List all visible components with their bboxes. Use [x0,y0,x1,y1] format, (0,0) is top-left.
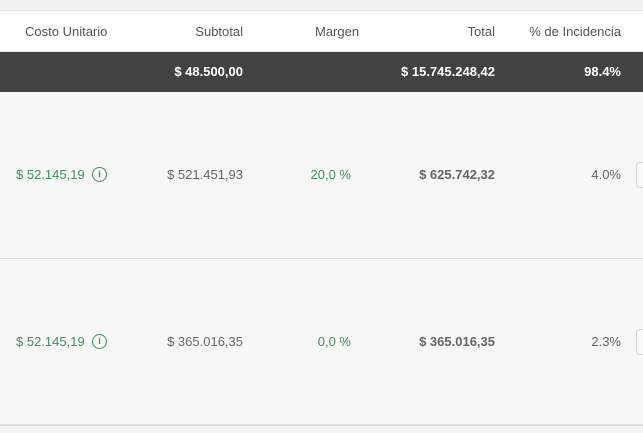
row-action-button[interactable] [636,162,643,188]
totals-row: $ 48.500,00 $ 15.745.248,42 98.4% [0,52,643,92]
header-total[interactable]: Total [468,24,495,39]
row-total: $ 625.742,32 [419,167,495,182]
header-incidencia[interactable]: % de Incidencia [529,24,621,39]
header-margen[interactable]: Margen [315,24,359,39]
table-header: Costo Unitario Subtotal Margen Total % d… [0,11,643,52]
table-row: $ 52.145,19 i $ 365.016,35 0,0 % $ 365.0… [0,259,643,425]
row-costo-unitario: $ 52.145,19 [16,334,85,349]
header-costo-unitario[interactable]: Costo Unitario [25,24,107,39]
row-action-button[interactable] [636,329,643,355]
row-incidencia: 2.3% [591,334,621,349]
table-row: $ 52.145,19 i $ 521.451,93 20,0 % $ 625.… [0,92,643,259]
totals-subtotal: $ 48.500,00 [174,64,243,79]
totals-total: $ 15.745.248,42 [401,64,495,79]
row-subtotal: $ 365.016,35 [167,334,243,349]
row-total: $ 365.016,35 [419,334,495,349]
row-margen[interactable]: 20,0 % [311,167,351,182]
info-circle-icon[interactable]: i [92,334,107,349]
row-subtotal: $ 521.451,93 [167,167,243,182]
totals-incidencia: 98.4% [584,64,621,79]
top-strip [0,0,643,11]
row-incidencia: 4.0% [591,167,621,182]
row-margen[interactable]: 0,0 % [318,334,351,349]
cost-table: Costo Unitario Subtotal Margen Total % d… [0,0,643,433]
info-circle-icon[interactable]: i [92,167,107,182]
row-costo-unitario: $ 52.145,19 [16,167,85,182]
header-subtotal[interactable]: Subtotal [195,24,243,39]
next-row-edge [0,425,643,433]
